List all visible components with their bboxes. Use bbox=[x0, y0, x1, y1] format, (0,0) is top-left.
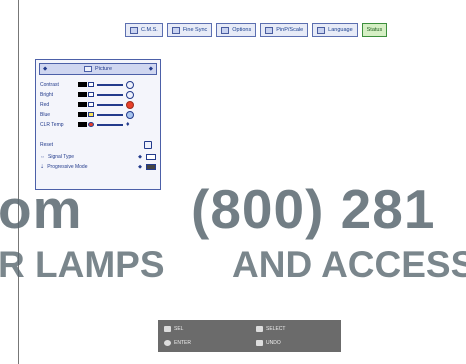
bright-icon bbox=[126, 90, 134, 99]
row-red[interactable]: Red bbox=[40, 100, 156, 109]
row-label: Contrast bbox=[40, 81, 59, 88]
panel-title-text: Picture bbox=[94, 66, 113, 72]
menu-item-status[interactable]: Status bbox=[361, 23, 388, 37]
menu-bar: C.M.S. Fine Sync Options PinP/Scale Lang… bbox=[125, 23, 388, 39]
menu-item-pinp-scale[interactable]: PinP/Scale bbox=[260, 23, 309, 37]
signal-type-toggle[interactable] bbox=[146, 153, 156, 160]
guide-item: UNDO bbox=[256, 340, 281, 346]
options-icon bbox=[221, 26, 230, 34]
slider-min-icon bbox=[78, 112, 87, 117]
cms-icon bbox=[130, 26, 138, 34]
row-label: Bright bbox=[40, 91, 54, 98]
row-signal-type[interactable]: ⇔ Signal Type ◆ bbox=[40, 152, 156, 161]
menu-item-language[interactable]: Language bbox=[312, 23, 358, 37]
undo-key-icon bbox=[256, 340, 263, 346]
progressive-mode-toggle[interactable] bbox=[146, 163, 156, 170]
row-clr-temp[interactable]: CLR Temp ♦ bbox=[40, 120, 156, 129]
progressive-mode-icon: ⇣ bbox=[40, 163, 45, 170]
guide-label: ENTER bbox=[174, 340, 191, 346]
menu-item-cms[interactable]: C.M.S. bbox=[125, 23, 163, 37]
guide-label: SELECT bbox=[266, 326, 286, 332]
watermark-text: om bbox=[0, 178, 83, 240]
menu-item-label: Options bbox=[232, 27, 252, 33]
watermark-text: (800) 281 bbox=[191, 178, 436, 240]
watermark-text: R LAMPS bbox=[0, 244, 165, 285]
menu-item-fine-sync[interactable]: Fine Sync bbox=[166, 23, 213, 37]
menu-item-label: C.M.S. bbox=[141, 27, 158, 33]
row-label: Progressive Mode bbox=[47, 163, 88, 170]
panel-header: ◆ Picture ◆ bbox=[39, 63, 157, 75]
slider-knob[interactable] bbox=[88, 112, 94, 117]
enter-arrow-icon: ◆ bbox=[138, 163, 142, 170]
left-arrow-icon[interactable]: ◆ bbox=[43, 66, 47, 72]
watermark-text: AND ACCESS bbox=[232, 244, 466, 285]
pinp-icon bbox=[265, 26, 274, 34]
slider-knob[interactable] bbox=[88, 122, 94, 127]
slider-min-icon bbox=[78, 102, 87, 107]
blue-icon bbox=[126, 110, 134, 119]
row-label: Signal Type bbox=[48, 153, 75, 160]
watermark-line-2: R LAMPS AND ACCESS bbox=[0, 243, 466, 287]
select-key-icon bbox=[256, 326, 263, 332]
fine-sync-icon bbox=[171, 26, 180, 34]
row-bright[interactable]: Bright bbox=[40, 90, 156, 99]
language-icon bbox=[317, 26, 326, 34]
slider-min-icon bbox=[78, 82, 87, 87]
right-arrow-icon[interactable]: ◆ bbox=[149, 66, 153, 72]
slider-min-icon bbox=[78, 122, 87, 127]
row-blue[interactable]: Blue bbox=[40, 110, 156, 119]
clr-temp-icon: ♦ bbox=[126, 121, 130, 128]
slider-knob[interactable] bbox=[88, 92, 94, 97]
key-guide: SEL ENTER SELECT UNDO bbox=[158, 320, 341, 352]
picture-icon bbox=[83, 66, 92, 72]
signal-type-icon: ⇔ bbox=[40, 153, 45, 160]
red-icon bbox=[126, 100, 134, 109]
slider-knob[interactable] bbox=[88, 82, 94, 87]
guide-item: ENTER bbox=[164, 340, 191, 346]
row-label: CLR Temp bbox=[40, 121, 64, 128]
row-label: Blue bbox=[40, 111, 51, 118]
guide-label: UNDO bbox=[266, 340, 281, 346]
menu-item-label: Fine Sync bbox=[182, 27, 208, 33]
slider-track[interactable] bbox=[97, 103, 123, 106]
sel-key-icon bbox=[164, 326, 171, 332]
watermark-line-1: om (800) 281 bbox=[0, 174, 466, 244]
slider-knob[interactable] bbox=[88, 102, 94, 107]
row-label: Reset bbox=[40, 141, 54, 148]
row-contrast[interactable]: Contrast bbox=[40, 80, 156, 89]
guide-label: SEL bbox=[174, 326, 184, 332]
slider-track[interactable] bbox=[97, 93, 123, 96]
enter-key-icon bbox=[164, 340, 171, 346]
menu-item-label: Status bbox=[366, 27, 383, 33]
contrast-icon bbox=[126, 80, 134, 89]
menu-item-label: PinP/Scale bbox=[276, 27, 304, 33]
row-label: Red bbox=[40, 101, 50, 108]
picture-panel: ◆ Picture ◆ Contrast Bright Red Blue CLR… bbox=[35, 59, 161, 190]
row-reset[interactable]: Reset bbox=[40, 140, 156, 149]
panel-title: Picture bbox=[83, 66, 113, 72]
reset-icon bbox=[144, 140, 152, 149]
menu-item-label: Language bbox=[328, 27, 353, 33]
slider-track[interactable] bbox=[97, 123, 123, 126]
enter-arrow-icon: ◆ bbox=[138, 153, 142, 160]
row-progressive-mode[interactable]: ⇣ Progressive Mode ◆ bbox=[40, 162, 156, 171]
slider-min-icon bbox=[78, 92, 87, 97]
guide-item: SELECT bbox=[256, 326, 285, 332]
guide-item: SEL bbox=[164, 326, 183, 332]
slider-track[interactable] bbox=[97, 83, 123, 86]
menu-item-options[interactable]: Options bbox=[216, 23, 257, 37]
slider-track[interactable] bbox=[97, 113, 123, 116]
